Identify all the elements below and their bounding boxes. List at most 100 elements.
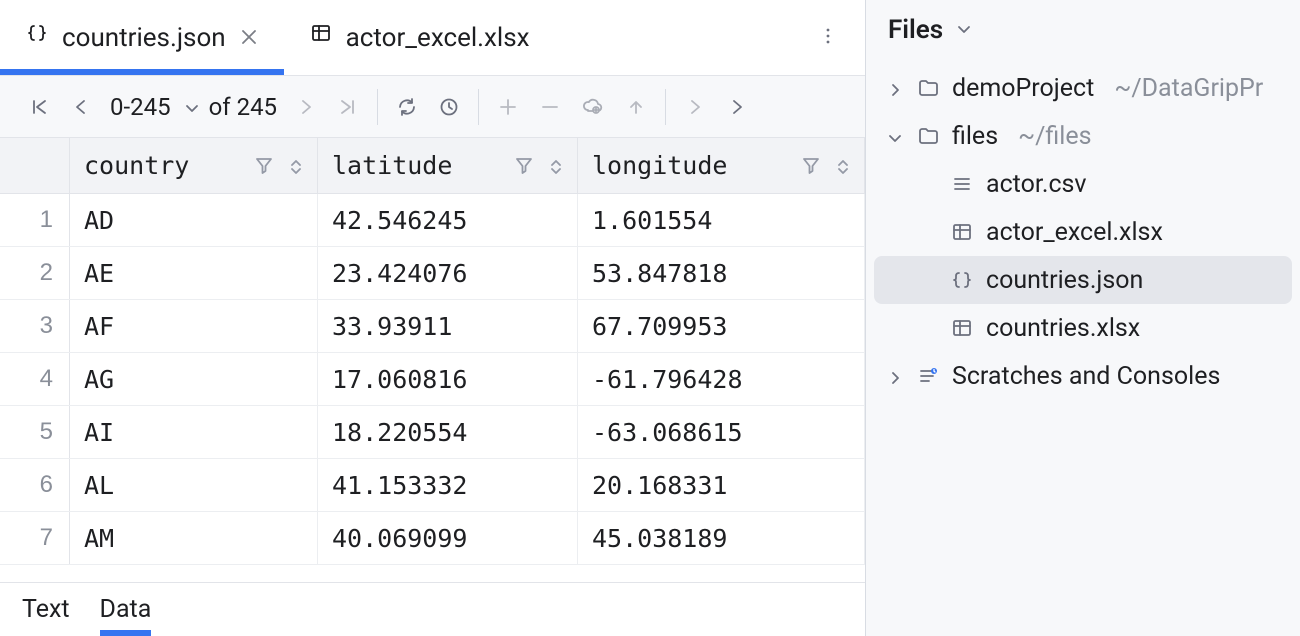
cell-longitude[interactable]: 67.709953 bbox=[578, 300, 865, 352]
tab-label: actor_excel.xlsx bbox=[346, 23, 530, 53]
cell-country[interactable]: AL bbox=[70, 459, 318, 511]
nav-next-button[interactable] bbox=[716, 76, 758, 137]
tab-actor-excel[interactable]: actor_excel.xlsx bbox=[284, 0, 556, 75]
view-tab-data[interactable]: Data bbox=[100, 583, 152, 636]
files-tree: demoProject ~/DataGripPr files~/files actor… bbox=[866, 60, 1300, 400]
data-grid: country latitude longitude 1AD42.5462451… bbox=[0, 138, 865, 582]
row-number: 1 bbox=[0, 194, 70, 246]
submit-button[interactable] bbox=[571, 76, 615, 137]
tree-path: ~/DataGripPr bbox=[1114, 74, 1263, 103]
filter-icon[interactable] bbox=[800, 151, 820, 180]
cell-country[interactable]: AF bbox=[70, 300, 318, 352]
nav-prev-button[interactable] bbox=[674, 76, 716, 137]
table-row[interactable]: 2AE23.42407653.847818 bbox=[0, 247, 865, 300]
table-row[interactable]: 7AM40.06909945.038189 bbox=[0, 512, 865, 565]
remove-row-button[interactable] bbox=[529, 76, 571, 137]
view-tabs: Text Data bbox=[0, 582, 865, 636]
sort-icon[interactable] bbox=[545, 151, 563, 180]
column-header-latitude[interactable]: latitude bbox=[318, 138, 578, 193]
table-row[interactable]: 6AL41.15333220.168331 bbox=[0, 459, 865, 512]
table-row[interactable]: 1AD42.5462451.601554 bbox=[0, 194, 865, 247]
cell-latitude[interactable]: 23.424076 bbox=[318, 247, 578, 299]
chevron-right-icon[interactable] bbox=[882, 367, 904, 385]
add-row-button[interactable] bbox=[487, 76, 529, 137]
cell-latitude[interactable]: 18.220554 bbox=[318, 406, 578, 458]
table-row[interactable]: 4AG17.060816-61.796428 bbox=[0, 353, 865, 406]
sort-icon[interactable] bbox=[285, 151, 303, 180]
tree-folder[interactable]: files~/files bbox=[874, 112, 1292, 160]
cell-country[interactable]: AM bbox=[70, 512, 318, 564]
tree-file[interactable]: countries.xlsx bbox=[874, 304, 1292, 352]
reload-button[interactable] bbox=[386, 76, 428, 137]
filter-icon[interactable] bbox=[513, 151, 533, 180]
close-icon[interactable] bbox=[238, 23, 258, 53]
tree-file[interactable]: actor_excel.xlsx bbox=[874, 208, 1292, 256]
chevron-down-icon[interactable] bbox=[882, 127, 904, 145]
lines-icon bbox=[948, 173, 976, 195]
header-row: country latitude longitude bbox=[0, 138, 865, 194]
next-page-button[interactable] bbox=[285, 76, 327, 137]
filter-icon[interactable] bbox=[253, 151, 273, 180]
range-total: of 245 bbox=[209, 93, 277, 121]
cell-country[interactable]: AG bbox=[70, 353, 318, 405]
table-icon bbox=[310, 22, 334, 53]
chevron-down-icon bbox=[181, 93, 199, 121]
files-panel: Files demoProject ~/DataGripPr files~/file… bbox=[866, 0, 1300, 636]
cell-latitude[interactable]: 33.93911 bbox=[318, 300, 578, 352]
folder-icon bbox=[914, 77, 942, 99]
files-title: Files bbox=[888, 15, 943, 45]
tree-label: demoProject bbox=[952, 74, 1094, 103]
cell-latitude[interactable]: 40.069099 bbox=[318, 512, 578, 564]
tree-scratches[interactable]: Scratches and Consoles bbox=[874, 352, 1292, 400]
row-number: 7 bbox=[0, 512, 70, 564]
last-page-button[interactable] bbox=[327, 76, 369, 137]
tab-countries-json[interactable]: countries.json bbox=[0, 0, 284, 75]
prev-page-button[interactable] bbox=[60, 76, 102, 137]
range-value: 0-245 bbox=[110, 93, 171, 121]
cell-longitude[interactable]: 45.038189 bbox=[578, 512, 865, 564]
tree-label: actor.csv bbox=[986, 170, 1087, 199]
cell-country[interactable]: AE bbox=[70, 247, 318, 299]
history-button[interactable] bbox=[428, 76, 470, 137]
row-number: 3 bbox=[0, 300, 70, 352]
first-page-button[interactable] bbox=[18, 76, 60, 137]
revert-button[interactable] bbox=[615, 76, 657, 137]
cell-longitude[interactable]: -63.068615 bbox=[578, 406, 865, 458]
sort-icon[interactable] bbox=[832, 151, 850, 180]
table-row[interactable]: 5AI18.220554-63.068615 bbox=[0, 406, 865, 459]
page-range[interactable]: 0-245 of 245 bbox=[102, 93, 285, 121]
tree-label: actor_excel.xlsx bbox=[986, 218, 1163, 247]
chevron-right-icon[interactable] bbox=[882, 79, 904, 97]
cell-longitude[interactable]: 1.601554 bbox=[578, 194, 865, 246]
tree-folder[interactable]: demoProject ~/DataGripPr bbox=[874, 64, 1292, 112]
tree-label: Scratches and Consoles bbox=[952, 362, 1220, 391]
scratches-icon bbox=[914, 365, 942, 387]
cell-latitude[interactable]: 42.546245 bbox=[318, 194, 578, 246]
braces-icon bbox=[26, 22, 50, 53]
cell-longitude[interactable]: 20.168331 bbox=[578, 459, 865, 511]
row-number: 4 bbox=[0, 353, 70, 405]
table-row[interactable]: 3AF33.9391167.709953 bbox=[0, 300, 865, 353]
cell-longitude[interactable]: 53.847818 bbox=[578, 247, 865, 299]
row-number: 2 bbox=[0, 247, 70, 299]
editor-tabs: countries.json actor_excel.xlsx bbox=[0, 0, 865, 76]
tree-label: countries.xlsx bbox=[986, 314, 1140, 343]
tree-label: countries.json bbox=[986, 266, 1143, 295]
tree-file[interactable]: countries.json bbox=[874, 256, 1292, 304]
column-header-country[interactable]: country bbox=[70, 138, 318, 193]
cell-latitude[interactable]: 17.060816 bbox=[318, 353, 578, 405]
cell-latitude[interactable]: 41.153332 bbox=[318, 459, 578, 511]
tree-file[interactable]: actor.csv bbox=[874, 160, 1292, 208]
data-toolbar: 0-245 of 245 bbox=[0, 76, 865, 138]
editor-pane: countries.json actor_excel.xlsx 0-245 of… bbox=[0, 0, 866, 636]
view-tab-text[interactable]: Text bbox=[22, 583, 70, 636]
row-number: 5 bbox=[0, 406, 70, 458]
files-panel-header[interactable]: Files bbox=[866, 0, 1300, 60]
gutter-header[interactable] bbox=[0, 138, 70, 193]
folder-icon bbox=[914, 125, 942, 147]
cell-country[interactable]: AI bbox=[70, 406, 318, 458]
column-header-longitude[interactable]: longitude bbox=[578, 138, 865, 193]
cell-longitude[interactable]: -61.796428 bbox=[578, 353, 865, 405]
tabs-more-button[interactable] bbox=[801, 25, 855, 51]
cell-country[interactable]: AD bbox=[70, 194, 318, 246]
